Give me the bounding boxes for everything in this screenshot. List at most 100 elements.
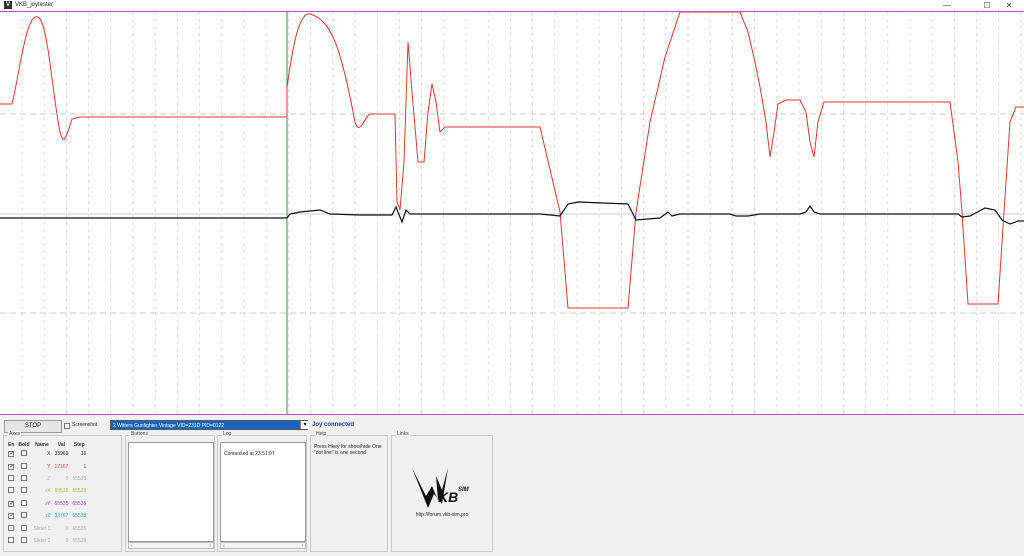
minimize-button[interactable]: — bbox=[932, 0, 962, 11]
axis-row: rX 65535 65535 bbox=[6, 485, 88, 497]
axis-bold-checkbox[interactable] bbox=[20, 524, 27, 531]
axis-enable-cell bbox=[6, 485, 16, 497]
axis-row: ✓ rY 65535 65535 bbox=[6, 498, 88, 510]
axis-name: X bbox=[47, 451, 51, 458]
axis-enable-checkbox[interactable] bbox=[8, 474, 15, 481]
axis-bold-checkbox[interactable] bbox=[20, 536, 27, 543]
axis-value: 17167 bbox=[54, 463, 69, 470]
axis-enable-cell: ✓ bbox=[6, 498, 16, 510]
axes-group-label: Axes bbox=[8, 431, 22, 437]
axis-name: Y bbox=[47, 463, 51, 470]
axis-enable-cell bbox=[6, 473, 16, 485]
axis-trace-plot bbox=[0, 12, 1024, 414]
col-val: Val bbox=[57, 441, 66, 448]
axes-group: Axes En Bold Name Val Step ✓ X 33969 16 ✓ Y 17… bbox=[3, 431, 122, 552]
axes-table: En Bold Name Val Step ✓ X 33969 16 ✓ Y 17167 1 Z… bbox=[6, 441, 88, 547]
time-gridlines bbox=[21, 12, 1022, 414]
axis-name: Z bbox=[47, 475, 51, 482]
axis-bold-cell bbox=[16, 448, 31, 460]
axis-value: 33969 bbox=[54, 451, 69, 458]
device-select[interactable]: 2 Witters Gunfighter Vintage VID=231D PI… bbox=[110, 420, 308, 430]
axis-bold-cell bbox=[16, 510, 31, 522]
axis-enable-checkbox[interactable]: ✓ bbox=[8, 463, 14, 470]
axis-bold-checkbox[interactable] bbox=[20, 474, 27, 481]
logo-text: KB bbox=[438, 489, 458, 505]
buttons-group-label: Buttons bbox=[130, 431, 149, 437]
axis-name: Slider 1 bbox=[33, 525, 51, 532]
axis-name: rY bbox=[45, 500, 51, 507]
axis-row: Slider 2 0 65535 bbox=[6, 535, 88, 547]
help-group: Help Press Hkey for show/hide One "dot l… bbox=[310, 431, 388, 552]
buttons-list[interactable] bbox=[128, 442, 214, 542]
screenshot-label: Screenshot bbox=[72, 422, 98, 428]
screenshot-checkbox[interactable] bbox=[64, 423, 70, 429]
title-bar: V VKB_joytester — ☐ ✕ bbox=[0, 0, 1024, 12]
axis-step: 16 bbox=[80, 451, 87, 458]
close-button[interactable]: ✕ bbox=[994, 0, 1024, 11]
col-bold: Bold bbox=[18, 441, 30, 448]
axis-enable-cell: ✓ bbox=[6, 460, 16, 472]
axis-enable-checkbox[interactable] bbox=[8, 524, 15, 531]
axis-step: 65535 bbox=[72, 500, 87, 507]
axis-enable-checkbox[interactable]: ✓ bbox=[8, 500, 14, 507]
device-select-value: 2 Witters Gunfighter Vintage VID=231D PI… bbox=[113, 423, 225, 429]
log-entry: Connected at 23:51:07 bbox=[224, 451, 275, 457]
col-step: Step bbox=[73, 441, 85, 448]
axis-name: rZ bbox=[45, 513, 51, 520]
axis-bold-cell bbox=[16, 498, 31, 510]
log-list[interactable]: Connected at 23:51:07 bbox=[220, 442, 306, 542]
axis-row: ✓ rZ 32767 65535 bbox=[6, 510, 88, 522]
axis-name: rX bbox=[45, 488, 51, 495]
links-group: Links KB SIM http://forum.vkb-sim.pro bbox=[391, 431, 493, 552]
axis-value: 0 bbox=[65, 525, 69, 532]
axis-bold-checkbox[interactable] bbox=[20, 462, 27, 469]
axis-name: Slider 2 bbox=[33, 537, 51, 544]
log-scrollbar[interactable]: ‹ › bbox=[220, 542, 306, 549]
axis-bold-checkbox[interactable] bbox=[20, 512, 27, 519]
axis-step: 65535 bbox=[72, 525, 87, 532]
col-name: Name bbox=[35, 441, 49, 448]
links-group-label: Links bbox=[396, 431, 410, 437]
axis-enable-checkbox[interactable] bbox=[8, 536, 15, 543]
axis-value: 65535 bbox=[54, 500, 69, 507]
buttons-group: Buttons ‹ › bbox=[125, 431, 215, 552]
axis-bold-checkbox[interactable] bbox=[20, 487, 27, 494]
log-group: Log Connected at 23:51:07 ‹ › bbox=[217, 431, 307, 552]
axis-bold-cell bbox=[16, 535, 31, 547]
window-title: VKB_joytester bbox=[15, 2, 54, 8]
app-icon: V bbox=[4, 1, 12, 9]
col-en: En bbox=[8, 441, 15, 448]
axis-step: 65535 bbox=[72, 513, 87, 520]
forum-link[interactable]: http://forum.vkb-sim.pro bbox=[392, 512, 492, 518]
axis-row: Z 0 65535 bbox=[6, 473, 88, 485]
control-panel: STOP Screenshot 2 Witters Gunfighter Vin… bbox=[0, 414, 1024, 556]
trace-y-axis bbox=[0, 12, 1024, 309]
trace-x-axis bbox=[0, 201, 1024, 225]
vkb-sim-logo[interactable]: KB SIM bbox=[408, 464, 478, 512]
chevron-down-icon[interactable]: ▾ bbox=[300, 421, 309, 429]
axis-step: 65535 bbox=[72, 488, 87, 495]
axis-enable-cell bbox=[6, 522, 16, 534]
axis-bold-cell bbox=[16, 522, 31, 534]
axis-enable-checkbox[interactable]: ✓ bbox=[8, 513, 14, 520]
axis-row: ✓ Y 17167 1 bbox=[6, 460, 88, 472]
axis-bold-checkbox[interactable] bbox=[20, 499, 27, 506]
buttons-scrollbar[interactable]: ‹ › bbox=[128, 542, 214, 549]
axis-bold-cell bbox=[16, 485, 31, 497]
axis-step: 65535 bbox=[72, 475, 87, 482]
axis-enable-cell: ✓ bbox=[6, 448, 16, 460]
axis-bold-checkbox[interactable] bbox=[20, 450, 27, 457]
axis-bold-cell bbox=[16, 460, 31, 472]
logo-superscript: SIM bbox=[458, 487, 470, 493]
axis-enable-checkbox[interactable] bbox=[8, 487, 15, 494]
axis-value: 32767 bbox=[54, 513, 69, 520]
connection-status: Joy connected bbox=[312, 422, 355, 428]
axis-step: 1 bbox=[83, 463, 87, 470]
help-text: Press Hkey for show/hide One "dot line" … bbox=[314, 444, 382, 456]
axis-row: Slider 1 0 65535 bbox=[6, 522, 88, 534]
axis-enable-cell bbox=[6, 535, 16, 547]
axis-enable-checkbox[interactable]: ✓ bbox=[8, 451, 14, 458]
axis-bold-cell bbox=[16, 473, 31, 485]
help-group-label: Help bbox=[315, 431, 328, 437]
axis-value: 0 bbox=[65, 537, 69, 544]
